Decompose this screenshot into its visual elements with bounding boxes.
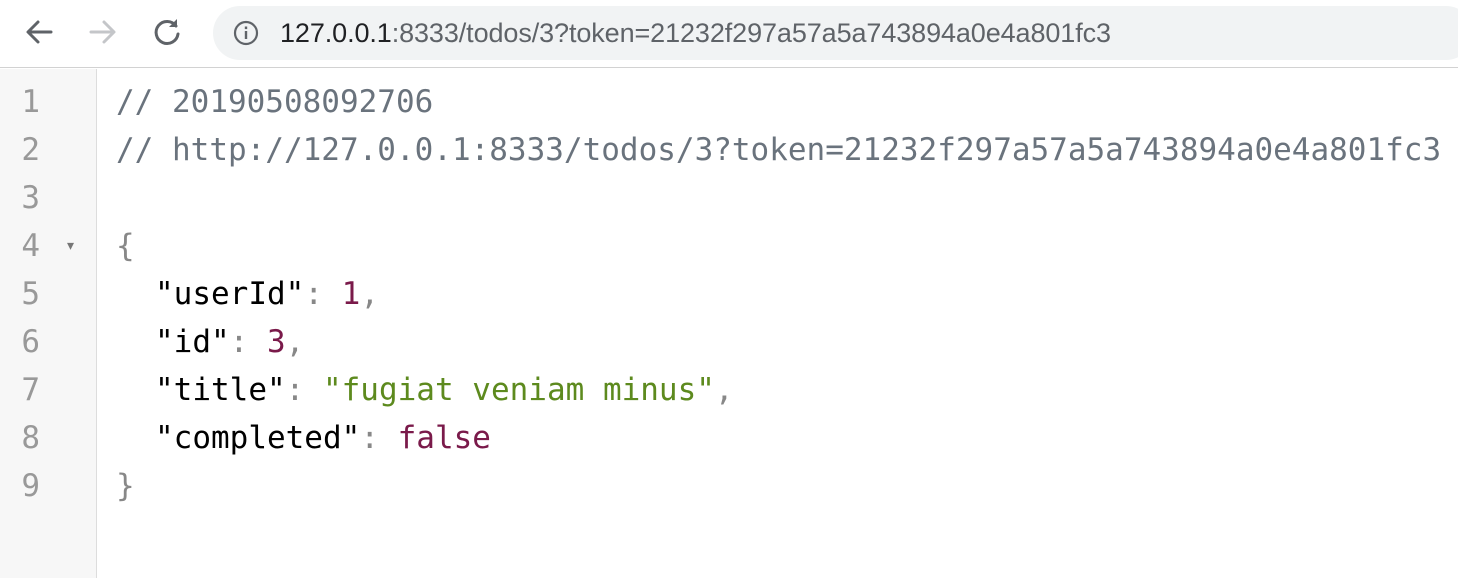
json-value: 3 — [266, 324, 286, 360]
line-number-gutter: 1 2 3 4 ▾ 5 6 7 8 9 — [0, 69, 97, 578]
line-number: 4 — [21, 228, 40, 264]
json-value: "fugiat veniam minus" — [322, 372, 715, 408]
json-field-completed: "completed": false — [155, 420, 491, 456]
line-number: 5 — [21, 276, 40, 312]
close-brace: } — [116, 468, 135, 504]
arrow-left-icon — [26, 20, 53, 44]
json-viewer: 1 2 3 4 ▾ 5 6 7 8 9 // 20190508092706 //… — [0, 69, 1458, 578]
json-field-title: "title": "fugiat veniam minus", — [155, 372, 734, 408]
address-bar[interactable]: 127.0.0.1:8333/todos/3?token=21232f297a5… — [213, 6, 1458, 60]
json-key: "id" — [155, 324, 230, 360]
line-number: 6 — [21, 324, 40, 360]
reload-icon — [154, 19, 180, 45]
line-number: 2 — [21, 132, 40, 168]
line-number: 8 — [21, 420, 40, 456]
line-number: 9 — [21, 468, 40, 504]
info-circle-icon[interactable] — [233, 20, 259, 46]
fold-toggle-icon[interactable]: ▾ — [67, 222, 74, 270]
timestamp-comment: // 20190508092706 — [116, 84, 434, 120]
line-number: 1 — [21, 84, 40, 120]
url-comment: // http://127.0.0.1:8333/todos/3?token=2… — [116, 132, 1442, 168]
json-field-userId: "userId": 1, — [155, 276, 379, 312]
forward-button[interactable] — [83, 12, 123, 52]
line-number: 3 — [21, 180, 40, 216]
url-path: :8333/todos/3?token=21232f297a57a5a74389… — [391, 18, 1111, 48]
back-button[interactable] — [19, 12, 59, 52]
browser-toolbar: 127.0.0.1:8333/todos/3?token=21232f297a5… — [0, 0, 1458, 68]
url-text[interactable]: 127.0.0.1:8333/todos/3?token=21232f297a5… — [280, 6, 1111, 60]
arrow-right-icon — [89, 20, 116, 44]
json-key: "completed" — [155, 420, 361, 456]
line-number: 7 — [21, 372, 40, 408]
url-host: 127.0.0.1 — [280, 18, 392, 48]
json-value: false — [397, 420, 491, 456]
open-brace: { — [116, 228, 135, 264]
json-key: "userId" — [155, 276, 305, 312]
reload-button[interactable] — [147, 12, 187, 52]
json-field-id: "id": 3, — [155, 324, 305, 360]
json-key: "title" — [155, 372, 286, 408]
json-value: 1 — [341, 276, 361, 312]
